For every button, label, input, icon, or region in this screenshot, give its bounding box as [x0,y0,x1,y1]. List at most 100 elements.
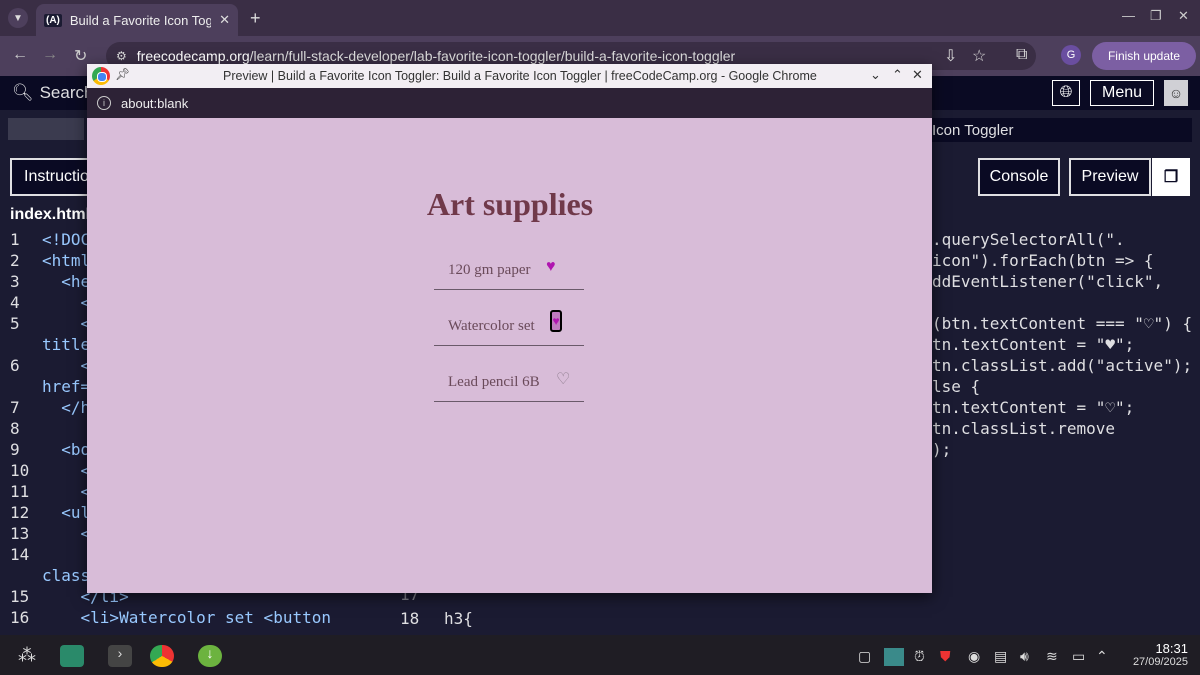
popup-address-bar[interactable]: i about:blank [87,88,932,118]
battery-saver-icon[interactable]: ◉ [968,648,980,665]
code-line: < [42,482,91,501]
menu-button[interactable]: Menu [1090,80,1154,106]
line-number: 6 [10,356,20,375]
tab-search-chevron-icon[interactable]: ▼ [8,8,28,28]
close-popup-icon[interactable]: ✕ [912,67,923,83]
line-number: 5 [10,314,20,333]
restore-icon[interactable]: ❐ [1150,8,1162,24]
search-icon: 🔍︎ [12,83,34,102]
pin-icon[interactable]: 📌︎ [115,67,130,81]
code-line: < [42,314,91,333]
code-line: < [42,356,91,375]
clock-time[interactable]: 18:31 [1118,641,1188,656]
instructions-tab[interactable]: Instructions [10,158,106,196]
code-line: .querySelectorAll(". [932,230,1125,249]
code-line: < [42,293,91,312]
code-line: </h [42,398,91,417]
shield-icon[interactable]: ⛊ [940,648,951,665]
fcc-favicon-icon: (A) [44,13,62,27]
volume-icon[interactable]: 🔊︎ [1020,648,1029,665]
tray-chevron-up-icon[interactable]: ⌃ [1096,648,1108,665]
console-button[interactable]: Console [978,158,1060,196]
code-line: <he [42,272,91,291]
extensions-icon[interactable]: ⧉ [1016,46,1027,64]
code-line: href= [42,377,91,396]
favorite-heart-icon[interactable]: ♥ [546,258,556,276]
chrome-icon [92,67,110,85]
workspace-icon[interactable] [884,648,904,666]
preview-window-title: Preview | Build a Favorite Icon Toggler:… [223,69,817,83]
file-tab-index-html[interactable]: index.html [10,206,90,224]
code-line: ddEventListener("click", [932,272,1164,291]
file-manager-icon[interactable] [60,645,84,667]
line-number: 2 [10,251,20,270]
clipboard-icon[interactable]: ▤ [994,648,1007,665]
clock-date[interactable]: 27/09/2025 [1110,656,1188,668]
site-info-icon[interactable]: ⚙ [116,49,127,63]
list-item: 120 gm paper ♥ [434,234,584,290]
close-tab-icon[interactable]: ✕ [219,12,230,28]
code-line: <!DOC [42,230,91,249]
notifications-icon[interactable]: ⏰︎ [914,648,925,665]
code-line: h3{ [444,609,473,628]
popout-preview-icon[interactable]: ❐ [1152,158,1190,196]
favorite-heart-outline-icon[interactable]: ♡ [556,369,570,389]
info-icon[interactable]: i [97,96,111,110]
line-number: 15 [10,587,30,606]
line-number: 4 [10,293,20,312]
code-line: < [42,524,91,543]
favorite-heart-icon[interactable]: ♥ [550,310,562,332]
item-label: Lead pencil 6B [448,374,540,390]
line-number: 1 [10,230,20,249]
bookmark-star-icon[interactable]: ☆ [972,46,986,66]
code-line: <html [42,251,91,270]
progress-strip [8,118,84,140]
line-number: 12 [10,503,30,522]
code-line: tn.textContent = "♡"; [932,398,1135,417]
line-number: 7 [10,398,20,417]
battery-icon[interactable]: ▭ [1072,648,1085,665]
code-line: tn.classList.remove [932,419,1116,438]
list-item: Lead pencil 6B ♡ [434,346,584,402]
code-line: <bo [42,440,91,459]
minimize-icon[interactable]: — [1122,8,1135,23]
line-number: 18 [400,609,420,628]
code-line: icon").forEach(btn => { [932,251,1154,270]
reload-icon[interactable]: ↻ [74,46,87,66]
chevron-down-icon[interactable]: ⌄ [870,67,881,83]
browser-tab[interactable]: (A) Build a Favorite Icon Toggle ✕ [36,4,238,36]
code-line: ); [932,440,952,459]
profile-avatar[interactable]: G [1061,45,1081,65]
finish-update-button[interactable]: Finish update [1092,42,1196,70]
chevron-up-icon[interactable]: ⌃ [892,67,903,83]
line-number: 9 [10,440,20,459]
chrome-taskbar-icon[interactable] [150,645,174,667]
item-label: 120 gm paper [448,262,531,278]
new-tab-icon[interactable]: + [250,8,261,29]
item-label: Watercolor set [448,318,535,334]
code-line: tn.textContent = "♥"; [932,335,1135,354]
popup-url: about:blank [121,95,189,111]
desktop-icon[interactable]: ▢ [858,648,871,665]
line-number: 13 [10,524,30,543]
back-icon[interactable]: ← [12,46,28,64]
list-item: Watercolor set ♥ [434,290,584,346]
close-window-icon[interactable]: ✕ [1178,8,1189,24]
tab-title: Build a Favorite Icon Toggle [69,12,212,28]
code-line: lse { [932,377,981,396]
install-app-icon[interactable]: ⇩ [944,46,957,66]
terminal-icon[interactable]: › [108,645,132,667]
url-host: freecodecamp.org [136,48,250,64]
download-manager-icon[interactable]: ↓ [198,645,222,667]
language-globe-icon[interactable]: 🌐︎ [1052,80,1080,106]
preview-button[interactable]: Preview [1069,158,1151,196]
code-line: <li>Watercolor set <button [42,608,331,627]
forward-icon[interactable]: → [42,46,58,64]
wifi-icon[interactable]: ≋ [1046,648,1058,665]
line-number: 10 [10,461,30,480]
user-avatar[interactable]: ☺ [1164,80,1188,106]
js-editor[interactable]: .querySelectorAll(". icon").forEach(btn =… [932,228,1200,468]
code-line: (btn.textContent === "♡") { [932,314,1193,333]
search-bar[interactable]: 🔍︎ Search [12,80,93,106]
app-launcher-icon[interactable]: ⁂ [18,645,42,667]
